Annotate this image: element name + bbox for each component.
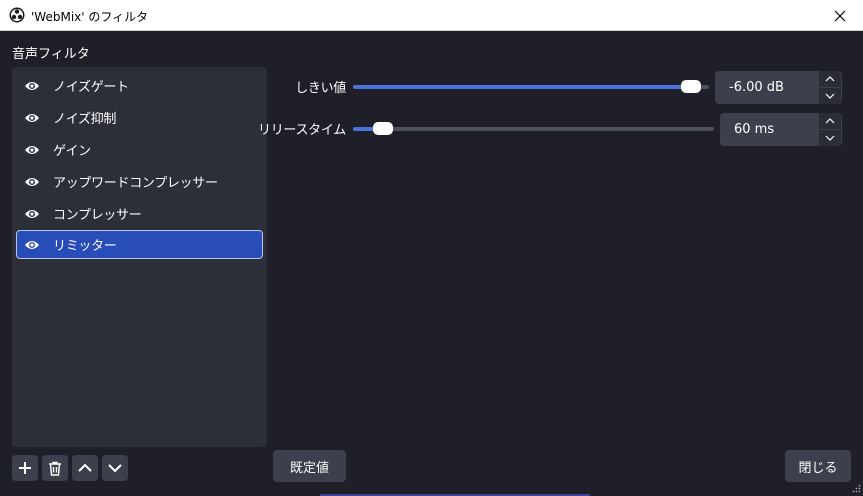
chevron-up-icon xyxy=(825,76,835,82)
window-title: 'WebMix' のフィルタ xyxy=(31,10,149,24)
window-close-button[interactable] xyxy=(817,0,863,31)
filter-item-label: リミッター xyxy=(53,239,117,254)
filter-item-label: ノイズ抑制 xyxy=(53,112,117,127)
eye-icon[interactable] xyxy=(24,144,40,156)
release-time-label: リリースタイム xyxy=(258,123,346,138)
eye-icon[interactable] xyxy=(24,176,40,188)
release-time-increment-button[interactable] xyxy=(819,113,841,129)
obs-logo-icon xyxy=(9,7,25,23)
filter-item-compressor[interactable]: コンプレッサー xyxy=(16,199,263,228)
filter-item-label: アップワードコンプレッサー xyxy=(53,176,218,191)
filter-item-upward-compressor[interactable]: アップワードコンプレッサー xyxy=(16,167,263,196)
defaults-button[interactable]: 既定値 xyxy=(273,450,346,482)
threshold-slider[interactable] xyxy=(353,80,709,93)
threshold-slider-fill xyxy=(353,85,691,89)
filter-item-label: コンプレッサー xyxy=(53,208,142,223)
threshold-label: しきい値 xyxy=(295,81,346,96)
eye-icon[interactable] xyxy=(24,112,40,124)
filter-item-limiter[interactable]: リミッター xyxy=(16,230,263,259)
title-bar: 'WebMix' のフィルタ xyxy=(0,0,863,31)
threshold-value[interactable]: -6.00 dB xyxy=(715,71,784,104)
resize-grip-icon[interactable] xyxy=(851,484,861,494)
chevron-up-icon xyxy=(825,118,835,124)
trash-icon xyxy=(49,461,61,476)
filter-item-gain[interactable]: ゲイン xyxy=(16,135,263,164)
filter-list: ノイズゲート ノイズ抑制 ゲイン アップワードコンプレッサー コンプレッサー リ… xyxy=(12,67,267,447)
filter-item-noise-suppression[interactable]: ノイズ抑制 xyxy=(16,103,263,132)
eye-icon[interactable] xyxy=(24,239,40,251)
close-icon xyxy=(834,10,846,21)
filter-item-noise-gate[interactable]: ノイズゲート xyxy=(16,71,263,100)
plus-icon xyxy=(19,462,31,474)
threshold-increment-button[interactable] xyxy=(819,71,841,87)
eye-icon[interactable] xyxy=(24,208,40,220)
release-time-value[interactable]: 60 ms xyxy=(720,113,774,146)
threshold-spinbox[interactable]: -6.00 dB xyxy=(715,71,842,104)
chevron-down-icon xyxy=(825,93,835,99)
chevron-down-icon xyxy=(108,464,122,473)
threshold-slider-handle[interactable] xyxy=(680,80,701,93)
move-filter-down-button[interactable] xyxy=(102,455,128,481)
release-time-slider[interactable] xyxy=(353,122,714,135)
chevron-up-icon xyxy=(78,463,92,472)
add-filter-button[interactable] xyxy=(12,455,38,481)
close-button[interactable]: 閉じる xyxy=(785,450,851,482)
filter-item-label: ゲイン xyxy=(53,144,91,159)
threshold-decrement-button[interactable] xyxy=(819,88,841,104)
filter-item-label: ノイズゲート xyxy=(53,80,129,95)
chevron-down-icon xyxy=(825,135,835,141)
release-time-spinbox[interactable]: 60 ms xyxy=(720,113,842,146)
remove-filter-button[interactable] xyxy=(42,455,68,481)
eye-icon[interactable] xyxy=(24,80,40,92)
release-time-slider-handle[interactable] xyxy=(373,122,394,135)
audio-filters-label: 音声フィルタ xyxy=(12,47,90,62)
move-filter-up-button[interactable] xyxy=(72,455,98,481)
release-time-decrement-button[interactable] xyxy=(819,130,841,146)
